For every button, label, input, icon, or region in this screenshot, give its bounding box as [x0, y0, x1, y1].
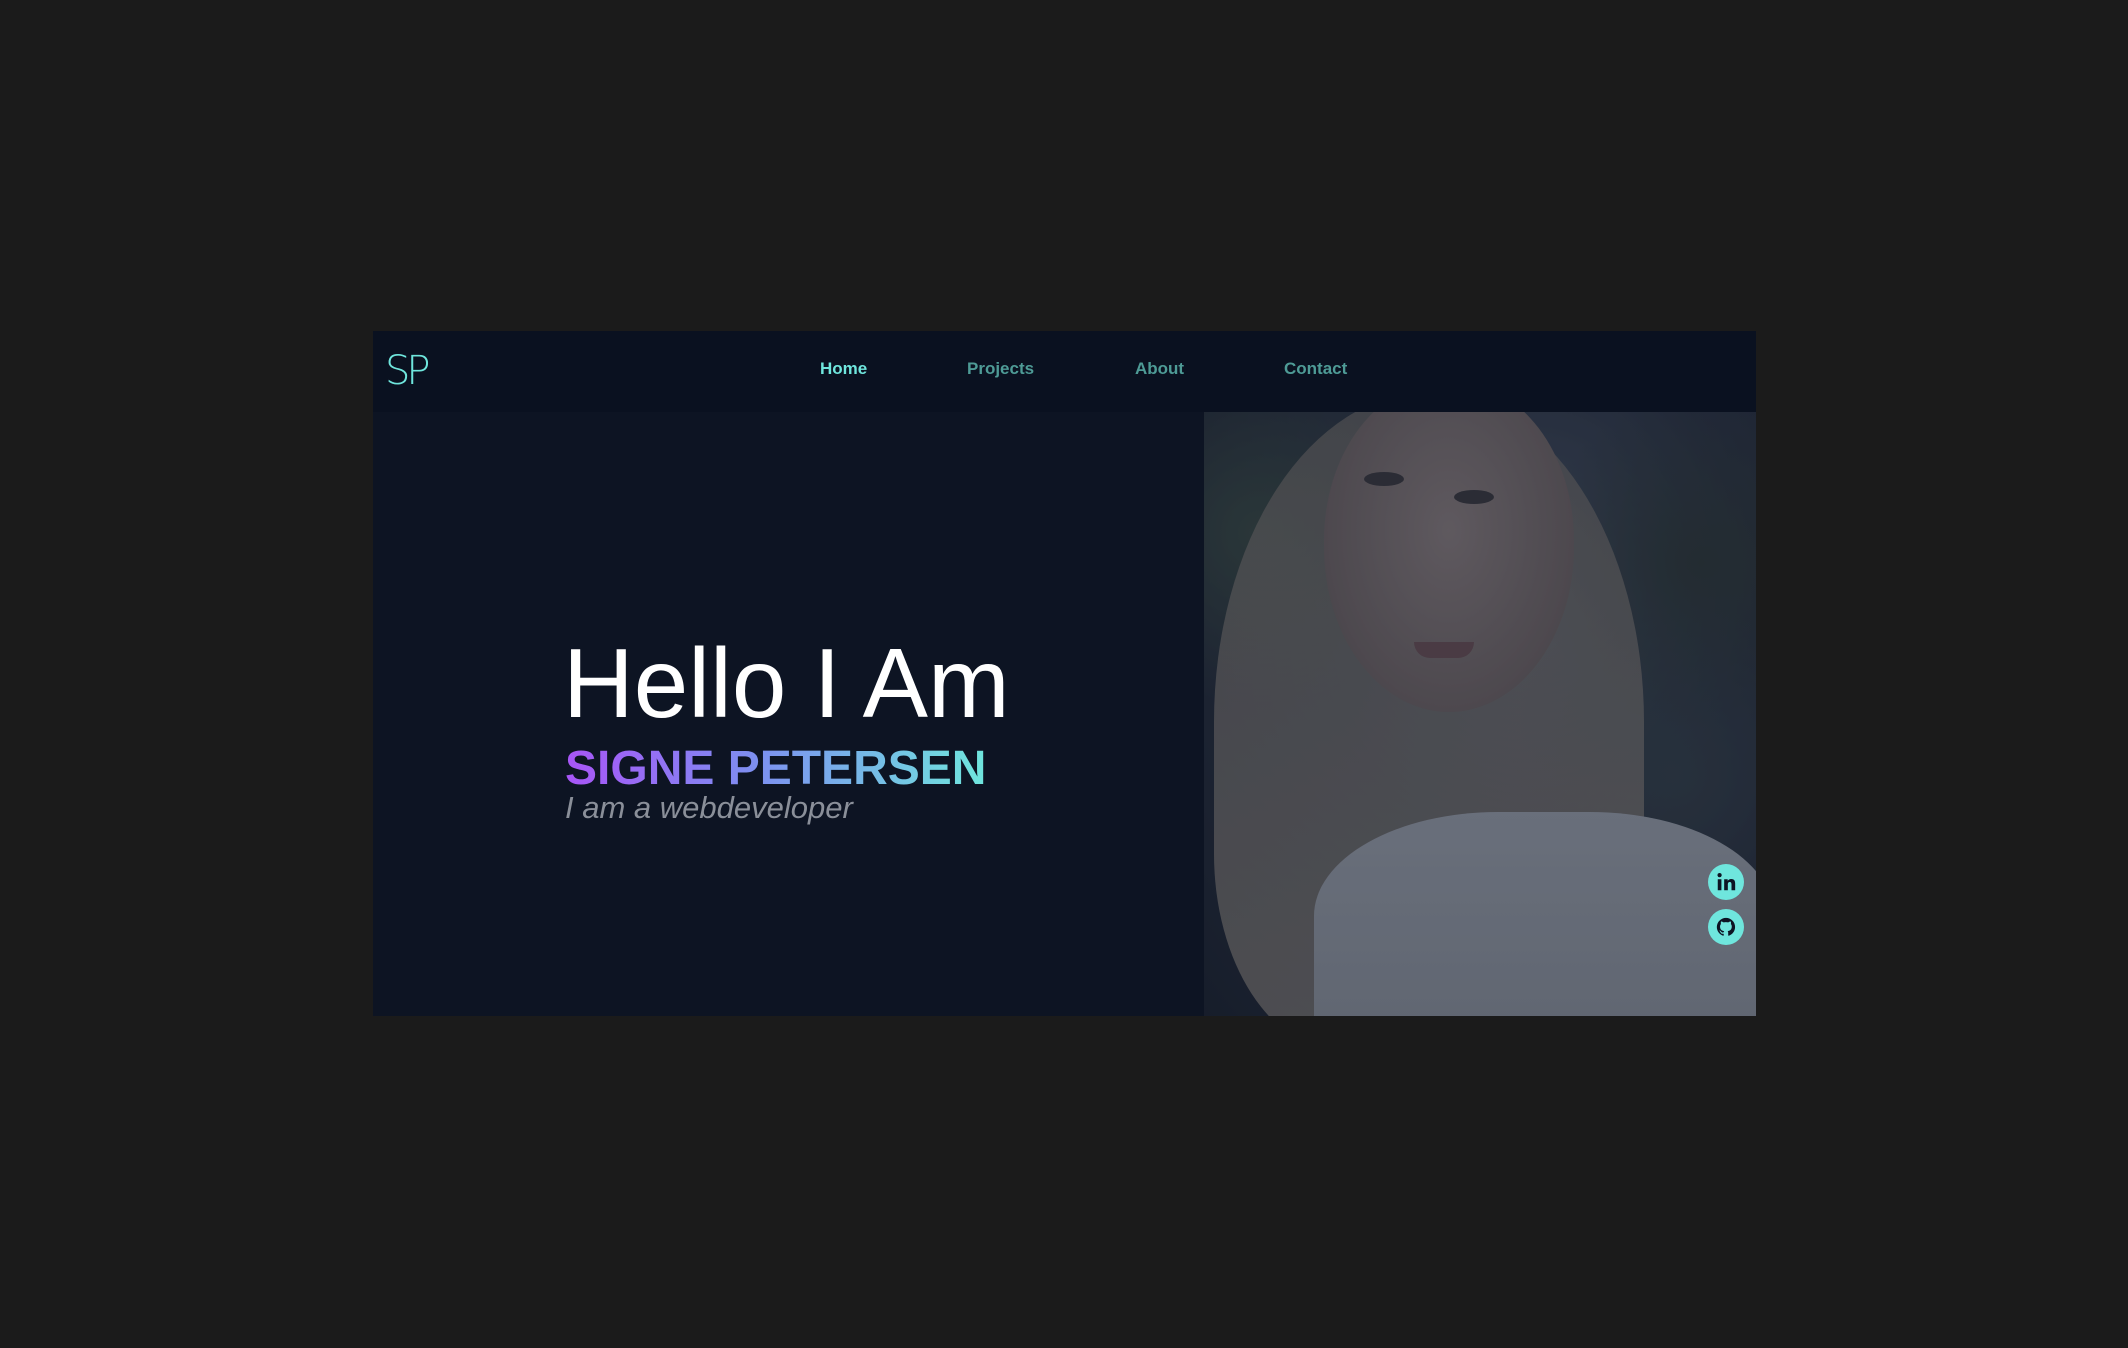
- photo-dark-overlay: [1204, 412, 1756, 1016]
- profile-photo: [1204, 412, 1756, 1016]
- nav-link-projects[interactable]: Projects: [967, 359, 1034, 379]
- nav-link-contact[interactable]: Contact: [1284, 359, 1347, 379]
- nav-link-home[interactable]: Home: [820, 359, 867, 379]
- navbar: SP Home Projects About Contact: [373, 331, 1756, 412]
- main-nav: Home Projects About Contact: [373, 331, 1756, 412]
- github-icon: [1715, 916, 1737, 938]
- website-frame: SP Home Projects About Contact Hello I A…: [373, 331, 1756, 1016]
- github-link[interactable]: [1708, 909, 1744, 945]
- hero-intro: Hello I Am SIGNE PETERSEN I am a webdeve…: [373, 412, 1204, 1016]
- nav-link-about[interactable]: About: [1135, 359, 1184, 379]
- hero-name: SIGNE PETERSEN: [565, 742, 987, 795]
- hero-greeting: Hello I Am: [563, 628, 1010, 738]
- linkedin-link[interactable]: [1708, 864, 1744, 900]
- linkedin-icon: [1715, 871, 1737, 893]
- hero-tagline: I am a webdeveloper: [565, 790, 853, 825]
